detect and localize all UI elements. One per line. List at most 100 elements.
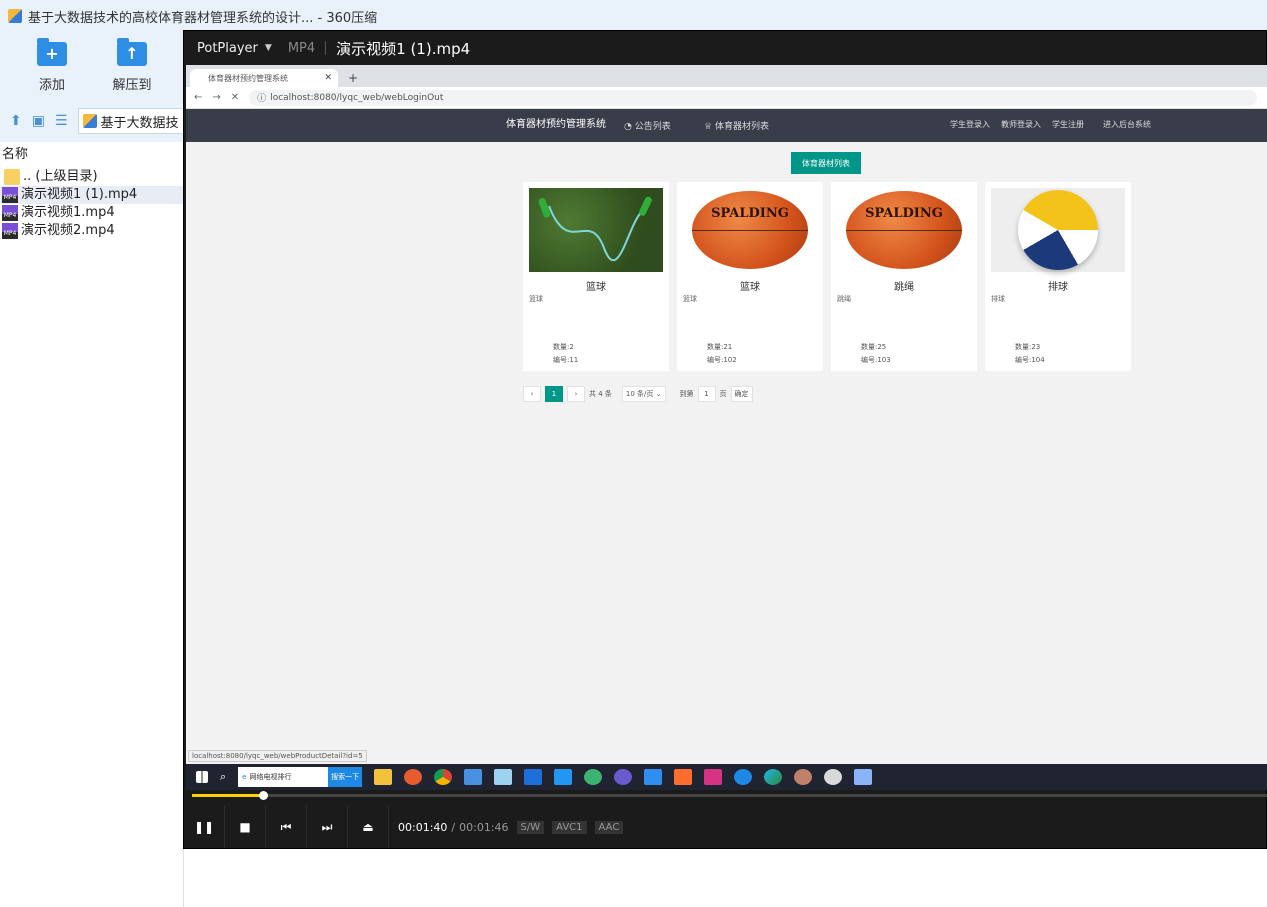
next-icon[interactable]: ⏭ (307, 806, 348, 848)
seek-handle[interactable] (259, 791, 269, 800)
file-row[interactable]: MP4 演示视频1 (1).mp4 (0, 186, 183, 204)
archive-window-title: 基于大数据技术的高校体育器材管理系统的设计... - 360压缩 (0, 0, 1267, 32)
file-row[interactable]: MP4 演示视频1.mp4 (0, 204, 183, 222)
nav-equipment-list[interactable]: ♕ 体育器材列表 (704, 119, 769, 132)
product-card[interactable]: SPALDING 篮球 篮球 数量:21 编号:102 (677, 182, 823, 371)
search-icon[interactable]: ⌕ (220, 770, 226, 784)
add-folder-icon: + (37, 38, 67, 66)
archive-path-field[interactable]: 基于大数据技 (77, 108, 184, 134)
stop-icon[interactable]: ✕ (231, 92, 239, 103)
product-qty: 数量:2 (553, 343, 574, 351)
app-icon[interactable] (734, 769, 753, 785)
url-field[interactable]: ⓘ localhost:8080/lyqc_web/webLoginOut (249, 89, 1258, 106)
chrome-icon[interactable] (434, 769, 453, 785)
page-1-button[interactable]: 1 (545, 386, 563, 402)
edge-icon[interactable] (764, 769, 783, 785)
list-view-icon[interactable]: ☰ (55, 113, 68, 129)
previous-icon[interactable]: ⏮ (266, 806, 307, 848)
zip-file-icon (82, 114, 97, 128)
browser-address-bar: ← → ✕ ⓘ localhost:8080/lyqc_web/webLogin… (186, 87, 1267, 109)
add-button[interactable]: + 添加 (22, 38, 82, 93)
mp4-file-icon: MP4 (2, 187, 18, 203)
new-tab-icon[interactable]: + (348, 69, 358, 87)
product-name[interactable]: 篮球 (523, 278, 669, 293)
browser-tab[interactable]: 体育器材预约管理系统 ✕ (190, 69, 338, 87)
product-card[interactable]: 排球 排球 数量:23 编号:104 (985, 182, 1131, 371)
windows-taskbar: ⌕ e 网络电视排行 搜索一下 (186, 764, 1267, 790)
total-count: 共 4 条 (589, 390, 612, 398)
per-page-select[interactable]: 10 条/页 ⌄ (621, 386, 666, 402)
product-name[interactable]: 篮球 (677, 278, 823, 293)
jump-rope-image (529, 188, 663, 272)
video-title: 演示视频1 (1).mp4 (336, 39, 471, 58)
app-icon[interactable] (584, 769, 603, 785)
goto-page-input[interactable]: 1 (697, 386, 716, 402)
nav-notice-list[interactable]: ◔ 公告列表 (624, 119, 671, 132)
eject-icon[interactable]: ⏏ (348, 806, 389, 848)
category-button[interactable]: 体育器材列表 (791, 152, 861, 174)
product-name[interactable]: 跳绳 (831, 278, 977, 293)
app-icon[interactable] (554, 769, 573, 785)
file-explorer-icon[interactable] (374, 769, 393, 785)
settings-icon[interactable] (824, 769, 843, 785)
file-row-parent[interactable]: .. (上级目录) (0, 168, 183, 186)
pause-icon[interactable]: ❚❚ (184, 806, 225, 848)
app-icon[interactable] (404, 769, 423, 785)
forward-icon[interactable]: → (212, 92, 220, 103)
prev-page-button[interactable]: ‹ (523, 386, 541, 402)
folder-icon (4, 169, 20, 185)
badge-video-codec[interactable]: AVC1 (552, 820, 587, 834)
app-icon[interactable] (854, 769, 873, 785)
back-icon[interactable]: ← (194, 92, 202, 103)
video-frame[interactable]: 体育器材预约管理系统 ✕ + ← → ✕ ⓘ localhost:8080/ly… (186, 65, 1267, 790)
mp4-file-icon: MP4 (2, 223, 18, 239)
app-icon[interactable] (464, 769, 483, 785)
badge-audio-codec[interactable]: AAC (594, 820, 624, 834)
browser-tab-strip: 体育器材预约管理系统 ✕ + (186, 65, 1267, 87)
next-page-button[interactable]: › (567, 386, 585, 402)
product-qty: 数量:23 (1015, 343, 1041, 351)
nav-student-login[interactable]: 学生登录入 (950, 119, 990, 130)
view-icon[interactable]: ▣ (32, 113, 45, 129)
product-desc: 跳绳 (837, 295, 851, 303)
mp4-file-icon: MP4 (2, 205, 18, 221)
product-card[interactable]: SPALDING 跳绳 跳绳 数量:25 编号:103 (831, 182, 977, 371)
product-name[interactable]: 排球 (985, 278, 1131, 293)
stop-icon[interactable]: ■ (225, 806, 266, 848)
app-icon[interactable] (704, 769, 723, 785)
app-icon[interactable] (524, 769, 543, 785)
app-icon[interactable] (614, 769, 633, 785)
chevron-down-icon[interactable]: ▼ (265, 43, 272, 53)
player-menu-button[interactable]: PotPlayer (197, 41, 258, 56)
file-row[interactable]: MP4 演示视频2.mp4 (0, 222, 183, 240)
product-desc: 排球 (991, 295, 1005, 303)
close-icon[interactable]: ✕ (324, 73, 332, 83)
archive-file-list: 名称 .. (上级目录) MP4 演示视频1 (1).mp4 MP4 演示视频1… (0, 142, 184, 907)
windows-start-icon[interactable] (196, 771, 208, 783)
potplayer-window: PotPlayer ▼ MP4 演示视频1 (1).mp4 体育器材预约管理系统… (183, 30, 1267, 849)
nav-admin[interactable]: 进入后台系统 (1103, 119, 1151, 130)
product-id: 编号:102 (707, 356, 737, 364)
time-readout: 00:01:40 / 00:01:46 S/W AVC1 AAC (398, 820, 624, 834)
extract-folder-icon: ↑ (117, 38, 147, 66)
app-icon[interactable] (794, 769, 813, 785)
site-navbar: 体育器材预约管理系统 ◔ 公告列表 ♕ 体育器材列表 学生登录入 教师登录入 学… (186, 109, 1267, 142)
up-arrow-icon[interactable]: ⬆ (10, 113, 22, 129)
app-icon[interactable] (644, 769, 663, 785)
nav-student-register[interactable]: 学生注册 (1052, 119, 1084, 130)
app-icon[interactable] (494, 769, 513, 785)
goto-confirm-button[interactable]: 确定 (730, 386, 753, 402)
badge-sw[interactable]: S/W (516, 820, 545, 834)
archive-navbar: ⬆ ▣ ☰ 基于大数据技 (0, 100, 184, 142)
site-logo[interactable]: 体育器材预约管理系统 (506, 115, 606, 130)
taskbar-search-input[interactable]: e 网络电视排行 (238, 767, 329, 787)
column-header-name[interactable]: 名称 (0, 142, 183, 168)
taskbar-search-button[interactable]: 搜索一下 (328, 767, 363, 787)
app-icon[interactable] (674, 769, 693, 785)
page-unit-label: 页 (719, 390, 727, 398)
current-time: 00:01:40 (398, 820, 448, 834)
seek-bar[interactable] (192, 791, 1267, 800)
nav-teacher-login[interactable]: 教师登录入 (1001, 119, 1041, 130)
product-card[interactable]: 篮球 篮球 数量:2 编号:11 (523, 182, 669, 371)
extract-button[interactable]: ↑ 解压到 (102, 38, 162, 93)
